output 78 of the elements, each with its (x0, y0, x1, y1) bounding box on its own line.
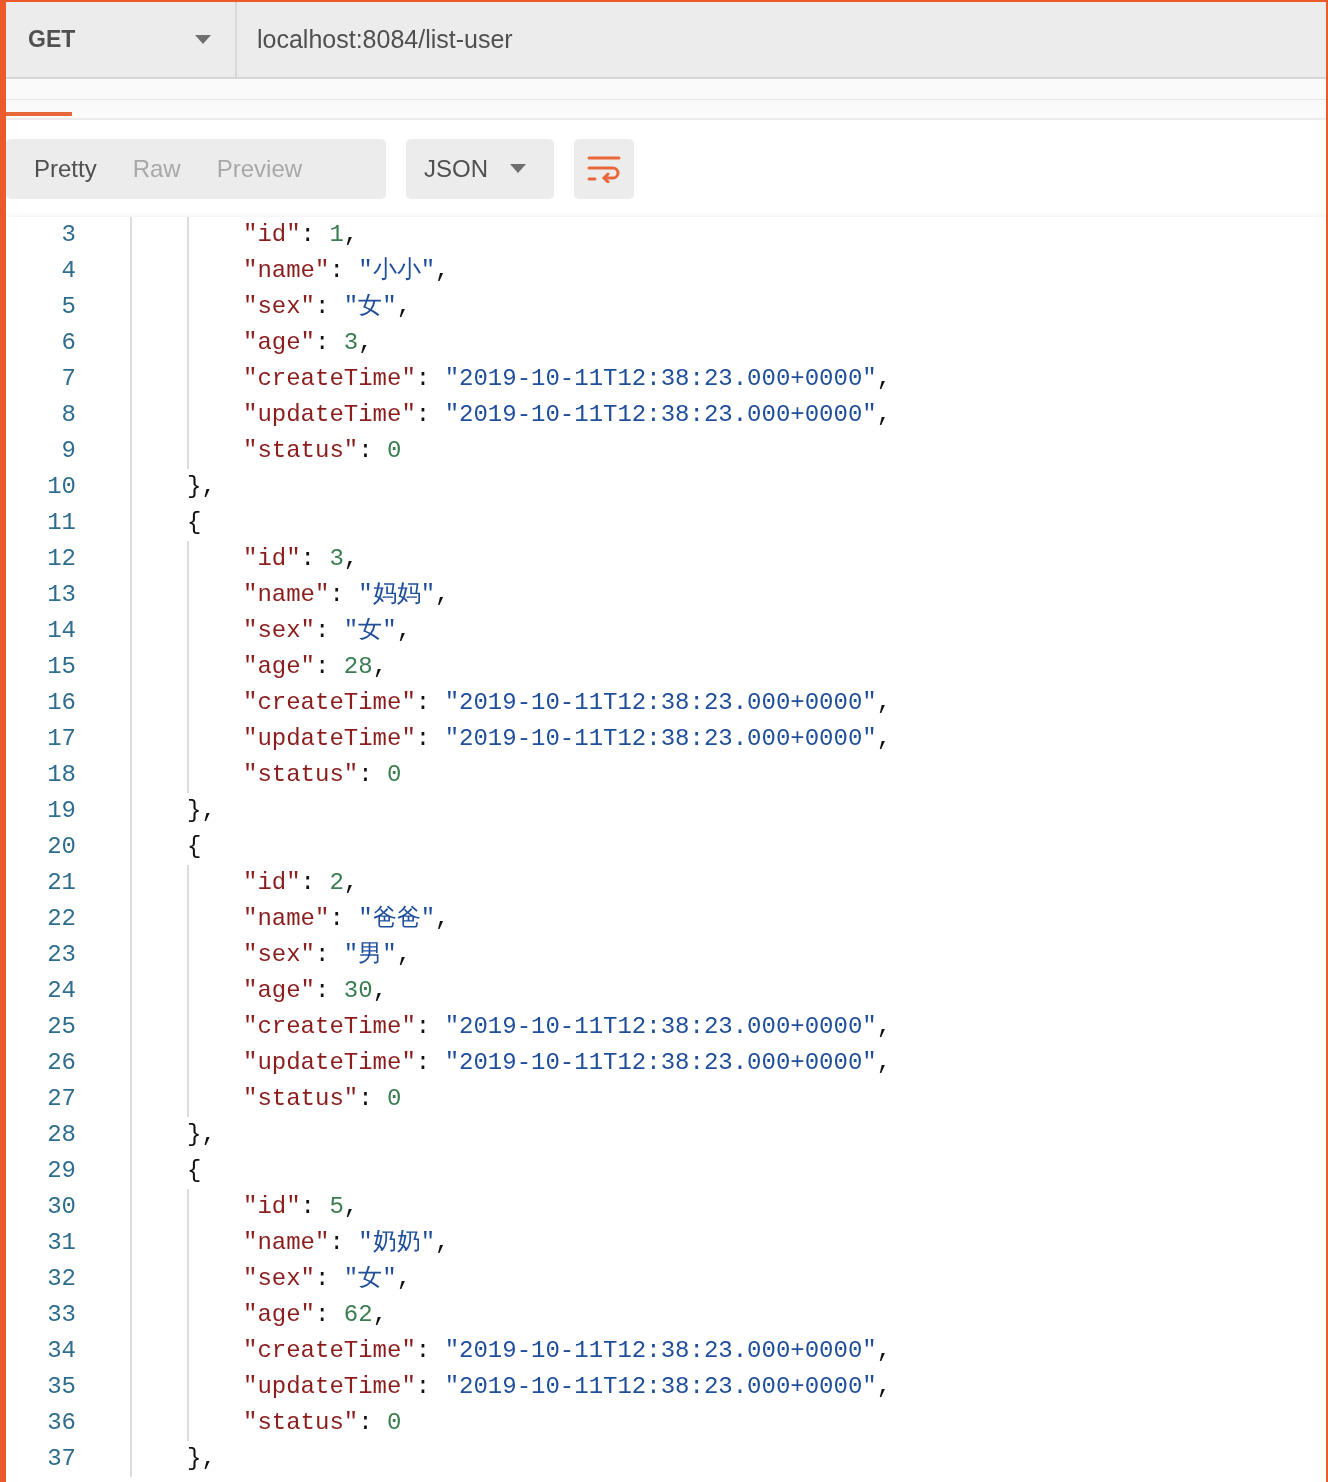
line-number: 35 (46, 1372, 76, 1402)
view-tab[interactable]: Pretty (16, 150, 115, 187)
code-line: "sex": "女", (243, 292, 412, 322)
line-number: 30 (46, 1192, 76, 1222)
line-number: 16 (46, 688, 76, 718)
line-number: 18 (46, 760, 76, 790)
code-line: "id": 1, (243, 220, 359, 250)
code-line: "sex": "女", (243, 1264, 412, 1294)
line-number: 19 (46, 796, 76, 826)
code-line: "name": "爸爸", (243, 904, 450, 934)
code-line: "updateTime": "2019-10-11T12:38:23.000+0000", (243, 1372, 892, 1402)
code-line: "updateTime": "2019-10-11T12:38:23.000+0000", (243, 1048, 892, 1078)
line-number: 11 (46, 508, 76, 538)
code-line: "createTime": "2019-10-11T12:38:23.000+0000", (243, 688, 892, 718)
line-number: 17 (46, 724, 76, 754)
code-line: "status": 0 (243, 1084, 402, 1114)
code-line: "name": "妈妈", (243, 580, 450, 610)
code-line: }, (187, 1120, 216, 1150)
code-line: "id": 3, (243, 544, 359, 574)
line-number: 12 (46, 544, 76, 574)
line-number: 21 (46, 868, 76, 898)
active-tab-indicator (6, 112, 72, 116)
code-line: { (187, 508, 202, 538)
format-dropdown[interactable]: JSON (406, 138, 554, 199)
line-number: 6 (60, 328, 76, 358)
code-line: "age": 30, (243, 976, 388, 1006)
code-line: "sex": "男", (243, 940, 412, 970)
line-number: 32 (46, 1264, 76, 1294)
wrap-lines-button[interactable] (574, 138, 634, 199)
line-number: 4 (60, 256, 76, 286)
line-number: 13 (46, 580, 76, 610)
line-number: 9 (60, 436, 76, 466)
code-line: "status": 0 (243, 760, 402, 790)
line-number: 34 (46, 1336, 76, 1366)
code-line: }, (187, 796, 216, 826)
line-number: 29 (46, 1156, 76, 1186)
line-number: 24 (46, 976, 76, 1006)
code-line: "status": 0 (243, 436, 402, 466)
wrap-icon (587, 154, 621, 183)
code-line: }, (187, 472, 216, 502)
code-line: "createTime": "2019-10-11T12:38:23.000+0000", (243, 1336, 892, 1366)
code-line: { (187, 1156, 202, 1186)
code-line: }, (187, 1444, 216, 1474)
caret-icon (510, 164, 526, 173)
code-line: "age": 3, (243, 328, 373, 358)
line-number: 15 (46, 652, 76, 682)
line-number: 14 (46, 616, 76, 646)
code-line: "createTime": "2019-10-11T12:38:23.000+0000", (243, 364, 892, 394)
code-line: "updateTime": "2019-10-11T12:38:23.000+0000", (243, 724, 892, 754)
line-number: 5 (60, 292, 76, 322)
line-number: 33 (46, 1300, 76, 1330)
line-number: 23 (46, 940, 76, 970)
code-line: "sex": "女", (243, 616, 412, 646)
line-number: 31 (46, 1228, 76, 1258)
line-number: 3 (60, 220, 76, 250)
code-line: "createTime": "2019-10-11T12:38:23.000+0000", (243, 1012, 892, 1042)
line-number: 22 (46, 904, 76, 934)
line-number: 10 (46, 472, 76, 502)
code-line: "id": 5, (243, 1192, 359, 1222)
line-number: 37 (46, 1444, 76, 1474)
code-line: "name": "奶奶", (243, 1228, 450, 1258)
line-number: 25 (46, 1012, 76, 1042)
code-line: "name": "小小", (243, 256, 450, 286)
code-line: "status": 0 (243, 1408, 402, 1438)
code-line: "id": 2, (243, 868, 359, 898)
line-number: 28 (46, 1120, 76, 1150)
line-number: 7 (60, 364, 76, 394)
code-line: "age": 62, (243, 1300, 388, 1330)
line-number: 26 (46, 1048, 76, 1078)
code-line: { (187, 832, 202, 862)
code-line: "age": 28, (243, 652, 388, 682)
line-number: 27 (46, 1084, 76, 1114)
code-line: "updateTime": "2019-10-11T12:38:23.000+0000", (243, 400, 892, 430)
line-number: 20 (46, 832, 76, 862)
caret-icon (195, 35, 211, 44)
line-number: 8 (60, 400, 76, 430)
url-field[interactable]: localhost:8084/list-user (257, 20, 513, 59)
line-number: 36 (46, 1408, 76, 1438)
